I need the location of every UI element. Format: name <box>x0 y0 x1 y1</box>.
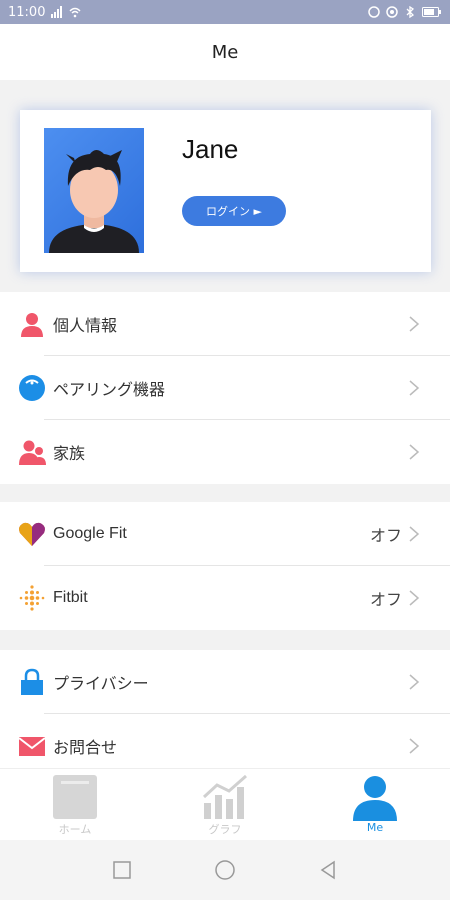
status-value: オフ <box>369 526 402 545</box>
back-triangle-icon[interactable] <box>317 859 339 881</box>
tab-bar: ホーム グラフ Me <box>0 768 450 840</box>
alarm-icon <box>368 6 380 18</box>
home-circle-icon[interactable] <box>214 859 236 881</box>
menu-item-label: ペアリング機器 <box>53 380 166 399</box>
graph-icon <box>202 774 247 819</box>
chevron-right-icon <box>409 526 420 542</box>
menu-group-support: プライバシー お問合せ <box>0 650 450 778</box>
status-bar: 11:00 <box>0 0 450 24</box>
menu-item-label: 家族 <box>53 444 86 463</box>
menu-item-google-fit[interactable]: Google Fit オフ <box>0 502 450 566</box>
google-fit-icon <box>19 522 45 546</box>
menu-item-label: Google Fit <box>53 525 127 542</box>
menu-item-paired-devices[interactable]: ペアリング機器 <box>0 356 450 420</box>
chevron-right-icon <box>409 590 420 606</box>
status-value: オフ <box>369 590 402 609</box>
wifi-icon <box>69 7 81 18</box>
lock-icon <box>21 668 43 695</box>
person-icon <box>21 313 43 337</box>
fitbit-icon <box>19 585 45 611</box>
tab-label: ホーム <box>58 823 92 836</box>
menu-item-label: 個人情報 <box>53 316 118 335</box>
menu-item-label: プライバシー <box>53 674 149 693</box>
recent-apps-icon[interactable] <box>111 859 133 881</box>
family-icon <box>19 440 46 465</box>
tab-me[interactable]: Me <box>300 769 450 841</box>
chevron-right-icon <box>409 380 420 396</box>
menu-item-family[interactable]: 家族 <box>0 420 450 484</box>
signal-icon <box>51 6 63 18</box>
menu-item-label: Fitbit <box>53 589 88 606</box>
menu-item-fitbit[interactable]: Fitbit オフ <box>0 566 450 630</box>
login-button[interactable]: ログイン ► <box>182 196 286 226</box>
page-header: Me <box>0 24 450 80</box>
tab-label: Me <box>366 821 384 834</box>
tab-label: グラフ <box>208 823 242 836</box>
tab-home[interactable]: ホーム <box>0 769 150 841</box>
page-title: Me <box>211 41 239 63</box>
battery-icon <box>422 7 441 17</box>
chevron-right-icon <box>409 316 420 332</box>
sync-icon <box>386 6 398 18</box>
system-nav-bar <box>0 840 450 900</box>
menu-item-privacy[interactable]: プライバシー <box>0 650 450 714</box>
bluetooth-icon <box>406 6 415 18</box>
me-person-icon <box>353 776 397 821</box>
username: Jane <box>182 134 239 164</box>
avatar-person-icon <box>49 150 139 253</box>
profile-section: Jane ログイン ► <box>0 80 450 292</box>
menu-item-label: お問合せ <box>53 738 118 757</box>
login-button-label: ログイン ► <box>206 205 262 218</box>
tab-graph[interactable]: グラフ <box>150 769 300 841</box>
status-time: 11:00 <box>8 4 46 20</box>
mail-icon <box>18 737 46 756</box>
menu-item-personal-info[interactable]: 個人情報 <box>0 292 450 356</box>
chevron-right-icon <box>409 674 420 690</box>
chevron-right-icon <box>409 444 420 460</box>
avatar[interactable] <box>44 128 144 253</box>
home-scale-icon <box>53 775 97 819</box>
chevron-right-icon <box>409 738 420 754</box>
scale-icon <box>19 375 45 401</box>
menu-group-integrations: Google Fit オフ Fitbit オフ <box>0 502 450 630</box>
menu-group-account: 個人情報 ペアリング機器 家族 <box>0 292 450 484</box>
profile-card: Jane ログイン ► <box>20 110 431 272</box>
